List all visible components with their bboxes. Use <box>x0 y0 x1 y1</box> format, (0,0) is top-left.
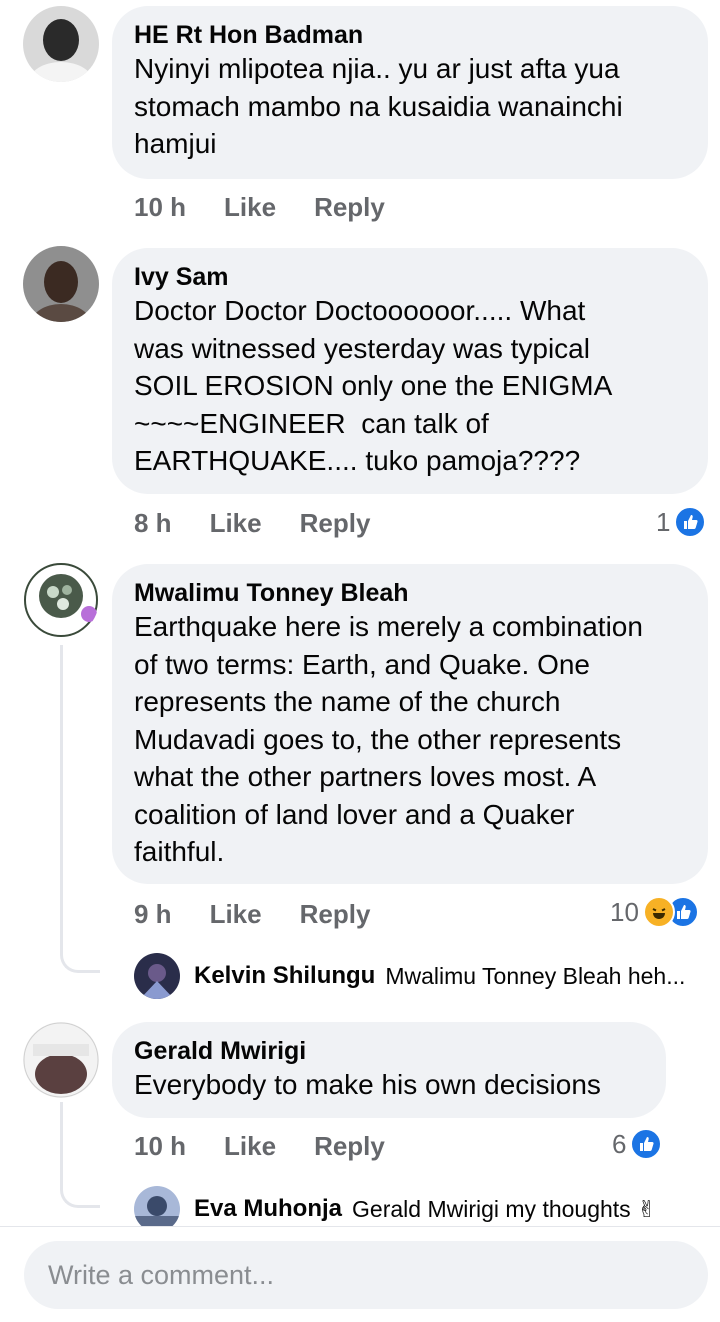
comment-author[interactable]: Gerald Mwirigi <box>134 1036 642 1066</box>
comment-bubble: Mwalimu Tonney Bleah Earthquake here is … <box>112 564 708 884</box>
like-button[interactable]: Like <box>210 899 262 930</box>
reaction-summary[interactable]: 1 <box>656 506 707 538</box>
avatar[interactable] <box>134 953 180 999</box>
comment-author[interactable]: Ivy Sam <box>134 262 684 292</box>
comment-time[interactable]: 8 h <box>134 508 172 539</box>
reply-author[interactable]: Kelvin Shilungu <box>194 962 375 990</box>
avatar-photo-icon <box>134 953 180 999</box>
reply-author[interactable]: Eva Muhonja <box>194 1195 342 1223</box>
comment-actions: 10 h Like Reply <box>134 192 385 223</box>
reaction-count: 6 <box>612 1128 627 1159</box>
reaction-summary[interactable]: 6 <box>612 1128 663 1160</box>
comment-time[interactable]: 10 h <box>134 192 186 223</box>
reply-text: Mwalimu Tonney Bleah heh... <box>385 962 686 989</box>
reply-thread-line <box>60 1102 100 1208</box>
reply-button[interactable]: Reply <box>314 192 385 223</box>
like-button[interactable]: Like <box>224 1131 276 1162</box>
comment-text: Earthquake here is merely a combination … <box>134 611 643 867</box>
vaccine-frame-avatar-icon <box>23 562 99 638</box>
comment-time[interactable]: 9 h <box>134 899 172 930</box>
reaction-summary[interactable]: 10 <box>610 896 699 928</box>
reply-button[interactable]: Reply <box>300 508 371 539</box>
avatar[interactable] <box>23 562 99 638</box>
avatar-photo-icon <box>23 1022 99 1098</box>
comment-actions: 8 h Like Reply <box>134 508 370 539</box>
reply-button[interactable]: Reply <box>300 899 371 930</box>
reaction-count: 10 <box>610 896 639 927</box>
comment-bubble: Gerald Mwirigi Everybody to make his own… <box>112 1022 666 1118</box>
like-reaction-icon <box>674 506 707 538</box>
comment-text: Nyinyi mlipotea njia.. yu ar just afta y… <box>134 53 623 159</box>
like-button[interactable]: Like <box>210 508 262 539</box>
haha-reaction-icon <box>642 896 675 928</box>
avatar-photo-icon <box>23 6 99 82</box>
comment-composer-bar: Write a comment... <box>0 1226 720 1322</box>
comment-author[interactable]: Mwalimu Tonney Bleah <box>134 578 684 608</box>
comment-actions: 9 h Like Reply <box>134 899 370 930</box>
comment-bubble: Ivy Sam Doctor Doctor Doctoooooor..... W… <box>112 248 708 494</box>
comment-text: Doctor Doctor Doctoooooor..... What was … <box>134 295 613 476</box>
comment-bubble: HE Rt Hon Badman Nyinyi mlipotea njia.. … <box>112 6 708 179</box>
comment-time[interactable]: 10 h <box>134 1131 186 1162</box>
reply-text: Gerald Mwirigi my thoughts ✌ <box>352 1195 657 1222</box>
comment-actions: 10 h Like Reply <box>134 1131 385 1162</box>
comment-author[interactable]: HE Rt Hon Badman <box>134 20 684 50</box>
avatar-photo-icon <box>23 246 99 322</box>
avatar[interactable] <box>23 246 99 322</box>
comment-text: Everybody to make his own decisions <box>134 1069 601 1100</box>
like-button[interactable]: Like <box>224 192 276 223</box>
avatar[interactable] <box>23 6 99 82</box>
reaction-count: 1 <box>656 506 671 537</box>
like-reaction-icon <box>630 1128 663 1160</box>
reply-button[interactable]: Reply <box>314 1131 385 1162</box>
comment-input[interactable]: Write a comment... <box>24 1241 708 1309</box>
reply-preview[interactable]: Kelvin Shilungu Mwalimu Tonney Bleah heh… <box>134 953 685 999</box>
avatar[interactable] <box>23 1022 99 1098</box>
reply-thread-line <box>60 645 100 973</box>
